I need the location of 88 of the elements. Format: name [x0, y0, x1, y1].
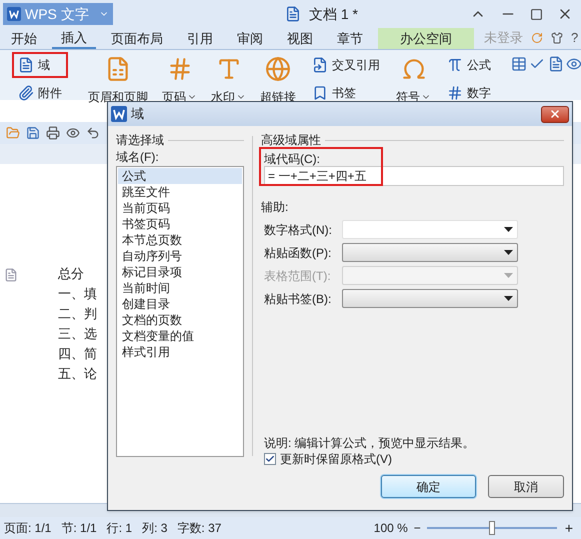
list-item[interactable]: 书签页码 — [118, 216, 242, 232]
menu-tab[interactable]: 引用 — [178, 28, 222, 49]
close-button[interactable] — [541, 106, 569, 122]
close-icon — [549, 108, 561, 120]
form-control-icon[interactable] — [566, 56, 581, 72]
field-label: 粘贴书签(B): — [264, 290, 332, 308]
caret-icon — [504, 296, 513, 301]
caret-icon — [504, 273, 513, 278]
status-text: 行: 1 — [106, 520, 132, 537]
pi-icon — [447, 57, 463, 73]
dialog-title: 域 — [131, 105, 144, 124]
field-list[interactable]: 公式 跳至文件 当前页码 书签页码 本节总页数 自动序列号 标记目录项 当前时间 创建目录 文档的页数 文档变量的值 样式引用 — [116, 166, 244, 457]
ribbon-button[interactable]: 数字 — [441, 80, 497, 106]
field-icon — [18, 57, 34, 73]
zoom-in-button[interactable]: + — [564, 518, 573, 538]
status-text: 节: 1/1 — [61, 520, 97, 537]
dialog-button[interactable]: 确定 — [381, 475, 476, 498]
document-title: 文档 1 * — [308, 4, 358, 24]
list-item[interactable]: 文档的页数 — [118, 312, 242, 328]
help-button[interactable]: ? — [571, 28, 578, 49]
zoom-percent: 100 % — [374, 520, 408, 537]
zoom-slider[interactable] — [426, 520, 557, 536]
dialog-button[interactable]: 取消 — [488, 475, 564, 498]
document-text: 三、选 — [58, 325, 97, 343]
document-text: 四、简 — [58, 345, 97, 363]
shirt-icon[interactable] — [551, 32, 563, 44]
menu-tab[interactable]: 视图 — [278, 28, 322, 49]
list-item[interactable]: 跳至文件 — [118, 184, 242, 200]
globe-icon — [265, 56, 291, 82]
description-text: 说明: 编辑计算公式，预览中显示结果。 — [264, 435, 475, 450]
paste-options-icon[interactable] — [4, 268, 18, 282]
group-legend: 高级域属性 — [261, 131, 321, 149]
attachment-icon — [18, 85, 34, 101]
list-item[interactable]: 样式引用 — [118, 344, 242, 360]
keep-format-checkbox[interactable]: 更新时保留原格式(V) — [264, 450, 392, 467]
bookmark-icon — [312, 85, 328, 101]
list-item[interactable]: 公式 — [118, 168, 242, 184]
maximize-icon[interactable] — [530, 8, 543, 20]
preview-icon[interactable] — [66, 126, 80, 140]
undo-icon[interactable] — [86, 126, 100, 140]
form-control-icon[interactable] — [511, 56, 527, 72]
field-label: 表格范围(T): — [264, 268, 332, 284]
group-legend: 请选择域 — [116, 131, 164, 149]
menu-tab[interactable]: 开始 — [2, 28, 46, 49]
number-icon — [447, 85, 463, 101]
ribbon-button[interactable]: 书签 — [306, 80, 386, 106]
status-text: 页面: 1/1 — [4, 520, 52, 537]
field-label: 粘贴函数(P): — [264, 244, 332, 262]
zoom-out-button[interactable]: − — [414, 519, 421, 537]
ribbon-button[interactable]: 交叉引用 — [306, 52, 386, 78]
wps-logo-icon — [7, 7, 21, 21]
ribbon-button[interactable]: 附件 — [12, 80, 68, 106]
print-icon[interactable] — [46, 126, 60, 140]
menu-tab[interactable]: 章节 — [328, 28, 372, 49]
list-item[interactable]: 本节总页数 — [118, 232, 242, 248]
form-control-icon[interactable] — [548, 56, 564, 72]
cross-reference-icon — [312, 57, 328, 73]
zoom-slider-thumb[interactable] — [488, 521, 495, 535]
list-item[interactable]: 当前时间 — [118, 280, 242, 296]
document-text: 一、填 — [58, 285, 97, 303]
list-item[interactable]: 自动序列号 — [118, 248, 242, 264]
dropdown[interactable] — [342, 243, 518, 262]
ribbon-button[interactable]: 域 — [12, 52, 68, 78]
wps-logo-icon — [111, 106, 127, 122]
document-text: 总分 — [58, 265, 84, 283]
field-label: 数字格式(N): — [264, 222, 333, 238]
field-label: 域代码(C): — [264, 151, 321, 166]
list-item[interactable]: 文档变量的值 — [118, 328, 242, 344]
ribbon-button[interactable]: 公式 — [441, 52, 497, 78]
dropdown[interactable] — [342, 289, 518, 308]
status-text: 列: 3 — [142, 520, 168, 537]
save-icon[interactable] — [26, 126, 40, 140]
menu-tab[interactable]: 审阅 — [228, 28, 272, 49]
document-text: 五、论 — [58, 365, 97, 383]
list-item[interactable]: 创建目录 — [118, 296, 242, 312]
caret-icon — [504, 250, 513, 255]
document-icon — [284, 6, 301, 22]
list-item[interactable]: 标记目录项 — [118, 264, 242, 280]
check-icon — [265, 454, 275, 464]
field-code-input[interactable]: = 一+二+三+四+五 — [264, 166, 564, 186]
menu-tab[interactable]: 办公空间 — [378, 28, 474, 49]
status-text: 字数: 37 — [177, 520, 222, 537]
list-item[interactable]: 当前页码 — [118, 200, 242, 216]
document-text: 二、判 — [58, 305, 97, 323]
list-label: 域名(F): — [116, 149, 160, 164]
caret-icon — [504, 227, 513, 232]
menu-tab[interactable]: 页面布局 — [102, 28, 172, 49]
helper-label: 辅助: — [261, 199, 288, 216]
